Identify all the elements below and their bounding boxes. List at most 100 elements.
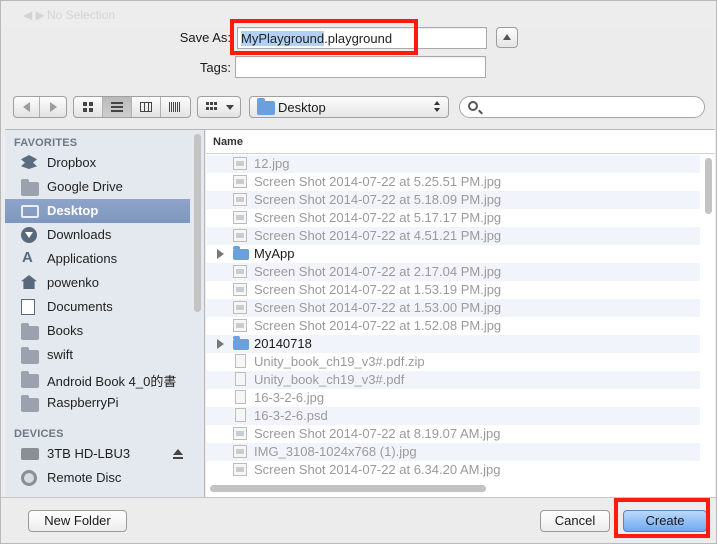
table-row[interactable]: Screen Shot 2014-07-22 at 1.53.00 PM.jpg — [206, 299, 700, 317]
sidebar-item-desktop[interactable]: Desktop — [5, 199, 190, 223]
table-row[interactable]: MyApp — [206, 245, 700, 263]
table-row[interactable]: Screen Shot 2014-07-22 at 8.19.07 AM.jpg — [206, 425, 700, 443]
location-label: Desktop — [278, 100, 326, 115]
sidebar-item-label: Downloads — [47, 227, 112, 242]
filename-selected-text: MyPlayground — [241, 31, 325, 46]
folder-icon — [21, 347, 39, 364]
arrange-menu-button[interactable] — [197, 96, 241, 118]
file-name: Screen Shot 2014-07-22 at 1.53.00 PM.jpg — [254, 300, 502, 315]
sidebar-item-google-drive[interactable]: Google Drive — [5, 175, 190, 199]
table-row[interactable]: Screen Shot 2014-07-22 at 2.17.04 PM.jpg — [206, 263, 700, 281]
table-row[interactable]: Screen Shot 2014-07-22 at 5.18.09 PM.jpg — [206, 191, 700, 209]
table-row[interactable]: 16-3-2-6.jpg — [206, 389, 700, 407]
disclosure-triangle-icon[interactable] — [217, 249, 224, 259]
table-row[interactable]: Screen Shot 2014-07-22 at 6.34.20 AM.jpg — [206, 461, 700, 479]
image-file-icon — [233, 229, 247, 242]
table-row[interactable]: Screen Shot 2014-07-22 at 1.53.19 PM.jpg — [206, 281, 700, 299]
table-row[interactable]: Screen Shot 2014-07-22 at 5.25.51 PM.jpg — [206, 173, 700, 191]
column-view-icon — [140, 102, 152, 112]
table-row[interactable]: Unity_book_ch19_v3#.pdf.zip — [206, 353, 700, 371]
image-file-icon — [233, 301, 247, 314]
save-as-input[interactable]: MyPlayground.playground — [237, 27, 487, 49]
tags-row: Tags: — [1, 55, 716, 79]
file-name: Screen Shot 2014-07-22 at 6.34.20 AM.jpg — [254, 462, 501, 477]
file-name: 12.jpg — [254, 156, 290, 171]
file-name: Unity_book_ch19_v3#.pdf.zip — [254, 354, 425, 369]
file-name: MyApp — [254, 246, 295, 261]
sidebar-scrollbar[interactable] — [194, 134, 201, 312]
table-row[interactable]: Unity_book_ch19_v3#.pdf — [206, 371, 700, 389]
applications-icon — [21, 249, 37, 267]
search-input[interactable] — [459, 96, 705, 118]
file-name: Screen Shot 2014-07-22 at 5.18.09 PM.jpg — [254, 192, 502, 207]
chevron-down-icon — [226, 105, 234, 110]
sidebar-item-dropbox[interactable]: Dropbox — [5, 151, 190, 175]
folder-icon — [21, 371, 39, 388]
table-row[interactable]: Screen Shot 2014-07-22 at 5.17.17 PM.jpg — [206, 209, 700, 227]
file-list-header: Name — [206, 130, 715, 154]
expand-dialog-button[interactable] — [496, 27, 518, 48]
table-row[interactable]: Screen Shot 2014-07-22 at 4.51.21 PM.jpg — [206, 227, 700, 245]
table-row[interactable]: 20140718 — [206, 335, 700, 353]
downloads-icon — [21, 227, 37, 243]
desktop-icon — [21, 205, 39, 218]
new-folder-button[interactable]: New Folder — [28, 510, 127, 532]
location-popup[interactable]: Desktop — [249, 96, 449, 118]
sidebar-item-powenko[interactable]: powenko — [5, 271, 190, 295]
folder-icon — [233, 336, 249, 350]
sidebar-item-swift[interactable]: swift — [5, 343, 190, 367]
sidebar-item-documents[interactable]: Documents — [5, 295, 190, 319]
icon-view-button[interactable] — [74, 97, 103, 117]
cancel-button[interactable]: Cancel — [540, 510, 610, 532]
file-list-vertical-scrollbar[interactable] — [705, 158, 713, 478]
file-name: Screen Shot 2014-07-22 at 1.53.19 PM.jpg — [254, 282, 502, 297]
sidebar-item-label: Desktop — [47, 203, 99, 218]
disclosure-triangle-icon[interactable] — [217, 339, 224, 349]
home-icon — [21, 275, 37, 289]
file-name: Screen Shot 2014-07-22 at 2.17.04 PM.jpg — [254, 264, 502, 279]
scroll-thumb[interactable] — [705, 158, 712, 214]
table-row[interactable]: Screen Shot 2014-07-22 at 1.52.08 PM.jpg — [206, 317, 700, 335]
folder-icon — [21, 179, 39, 196]
sidebar-item-remote-disc[interactable]: Remote Disc — [5, 466, 190, 490]
folder-icon — [21, 395, 39, 412]
sidebar-item-label: swift — [47, 347, 73, 362]
table-row[interactable]: IMG_3108-1024x768 (1).jpg — [206, 443, 700, 461]
coverflow-view-button[interactable] — [161, 97, 190, 117]
column-header-name[interactable]: Name — [213, 136, 243, 148]
documents-icon — [21, 299, 35, 315]
table-row[interactable]: 16-3-2-6.psd — [206, 407, 700, 425]
sidebar-favorites-title: FAVORITES — [14, 137, 78, 149]
sidebar-item-books[interactable]: Books — [5, 319, 190, 343]
back-button[interactable] — [14, 97, 40, 117]
create-button[interactable]: Create — [623, 510, 707, 532]
tags-input[interactable] — [235, 56, 486, 78]
sidebar-item-android-book[interactable]: Android Book 4_0的書 — [5, 367, 190, 391]
folder-icon — [257, 98, 275, 115]
file-name: IMG_3108-1024x768 (1).jpg — [254, 444, 417, 459]
sidebar-item-downloads[interactable]: Downloads — [5, 223, 190, 247]
file-list-horizontal-scrollbar[interactable] — [210, 485, 486, 492]
sidebar-item-applications[interactable]: Applications — [5, 247, 190, 271]
arrange-icon — [206, 102, 218, 112]
image-file-icon — [233, 445, 247, 458]
image-file-icon — [233, 157, 247, 170]
sidebar-item-3tb-hd[interactable]: 3TB HD-LBU3 — [5, 442, 190, 466]
table-row[interactable]: 12.jpg — [206, 155, 700, 173]
image-file-icon — [233, 319, 247, 332]
document-icon — [235, 372, 246, 386]
disc-icon — [21, 470, 37, 486]
forward-button[interactable] — [40, 97, 66, 117]
sidebar-item-label: 3TB HD-LBU3 — [47, 446, 131, 461]
sidebar-item-raspberrypi[interactable]: RaspberryPi — [5, 391, 190, 415]
image-file-icon — [233, 193, 247, 206]
list-view-button[interactable] — [103, 97, 132, 117]
sidebar-item-label: Dropbox — [47, 155, 97, 170]
arrange-control — [198, 97, 240, 117]
browser-toolbar: Desktop — [1, 93, 716, 121]
sidebar-item-label: Documents — [47, 299, 113, 314]
column-view-button[interactable] — [132, 97, 161, 117]
title-bar: ◀ ▶ No Selection — [1, 1, 716, 27]
eject-icon[interactable] — [173, 449, 183, 459]
icon-view-icon — [83, 102, 93, 112]
